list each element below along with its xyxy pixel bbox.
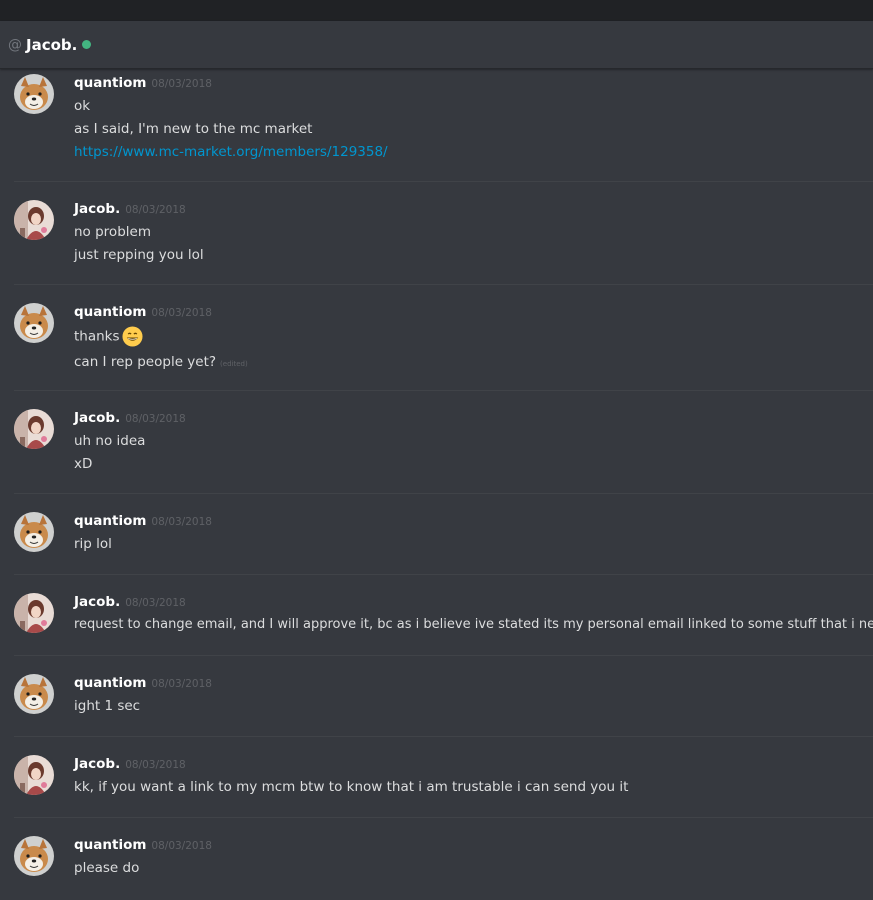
avatar[interactable]: [14, 836, 54, 876]
message-divider: [14, 655, 873, 656]
jacob-avatar-icon: [14, 200, 54, 240]
message-author[interactable]: Jacob. 08/03/2018: [74, 593, 186, 612]
avatar[interactable]: [14, 674, 54, 714]
message-text: thanks: [74, 326, 143, 347]
message-link[interactable]: https://www.mc-market.org/members/129358…: [74, 143, 388, 161]
message-text: just repping you lol: [74, 247, 204, 263]
message-author[interactable]: quantiom 08/03/2018: [74, 836, 212, 855]
avatar[interactable]: [14, 303, 54, 343]
message-divider: [14, 181, 873, 182]
avatar[interactable]: [14, 409, 54, 449]
at-icon: @: [8, 36, 22, 53]
message-timestamp: 08/03/2018: [151, 678, 212, 690]
avatar[interactable]: [14, 200, 54, 240]
message-text: ok: [74, 98, 91, 114]
message-text: rip lol: [74, 536, 112, 552]
grinning-face-emoji: [122, 326, 143, 347]
shiba-avatar-icon: [14, 836, 54, 876]
avatar[interactable]: [14, 755, 54, 795]
message-list[interactable]: quantiom 08/03/2018 ok as I said, I'm new…: [0, 69, 873, 900]
message-author[interactable]: quantiom 08/03/2018: [74, 674, 212, 693]
message-text: kk, if you want a link to my mcm btw to …: [74, 779, 629, 795]
message-text: uh no idea: [74, 433, 146, 449]
dm-recipient-name[interactable]: Jacob.: [26, 36, 77, 54]
avatar[interactable]: [14, 593, 54, 633]
edited-indicator: (edited): [220, 360, 248, 368]
message-timestamp: 08/03/2018: [151, 307, 212, 319]
message-text: can I rep people yet? (edited): [74, 354, 248, 370]
shiba-avatar-icon: [14, 74, 54, 114]
message-text: as I said, I'm new to the mc market: [74, 121, 313, 137]
jacob-avatar-icon: [14, 593, 54, 633]
message-timestamp: 08/03/2018: [125, 413, 186, 425]
message-divider: [14, 574, 873, 575]
message-author[interactable]: Jacob. 08/03/2018: [74, 755, 186, 774]
message-timestamp: 08/03/2018: [151, 78, 212, 90]
shiba-avatar-icon: [14, 512, 54, 552]
message-divider: [14, 284, 873, 285]
message-timestamp: 08/03/2018: [125, 597, 186, 609]
message-timestamp: 08/03/2018: [151, 516, 212, 528]
message-text: xD: [74, 456, 93, 472]
message-author[interactable]: Jacob. 08/03/2018: [74, 409, 186, 428]
message-text: ight 1 sec: [74, 698, 141, 714]
message-timestamp: 08/03/2018: [125, 204, 186, 216]
message-timestamp: 08/03/2018: [125, 759, 186, 771]
avatar[interactable]: [14, 74, 54, 114]
jacob-avatar-icon: [14, 755, 54, 795]
message-timestamp: 08/03/2018: [151, 840, 212, 852]
message-text: request to change email, and I will appr…: [74, 617, 873, 632]
message-divider: [14, 390, 873, 391]
message-divider: [14, 736, 873, 737]
message-text: please do: [74, 860, 140, 876]
shiba-avatar-icon: [14, 303, 54, 343]
jacob-avatar-icon: [14, 409, 54, 449]
message-divider: [14, 493, 873, 494]
message-divider: [14, 817, 873, 818]
message-author[interactable]: quantiom 08/03/2018: [74, 512, 212, 531]
message-author[interactable]: quantiom 08/03/2018: [74, 74, 212, 93]
message-author[interactable]: quantiom 08/03/2018: [74, 303, 212, 322]
online-status-icon: [82, 40, 92, 49]
message-author[interactable]: Jacob. 08/03/2018: [74, 200, 186, 219]
shiba-avatar-icon: [14, 674, 54, 714]
message-text: no problem: [74, 224, 151, 240]
dm-header: @ Jacob.: [0, 21, 873, 69]
avatar[interactable]: [14, 512, 54, 552]
window-titlebar: [0, 0, 873, 21]
